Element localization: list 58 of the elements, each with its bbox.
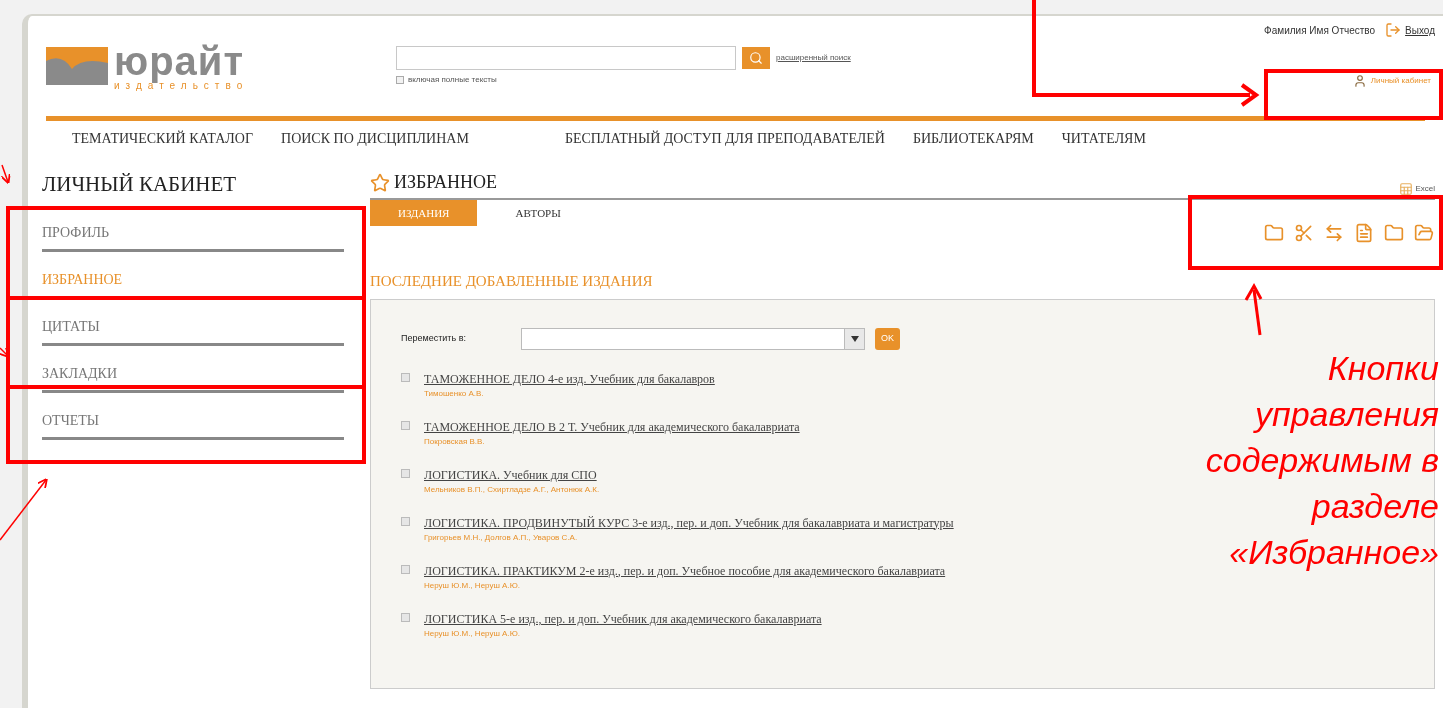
sidebar-item[interactable]: ЗАКЛАДКИ [42, 345, 344, 393]
book-title-link[interactable]: ЛОГИСТИКА. ПРОДВИНУТЫЙ КУРС 3-е изд., пер. и доп. Учебник для бакалавриата и магистратуры [424, 513, 954, 532]
search-field[interactable] [396, 46, 736, 70]
folder-icon[interactable] [1383, 222, 1405, 244]
nav-link[interactable]: БИБЛИОТЕКАРЯМ [912, 127, 1034, 149]
nav-link[interactable]: ПОИСК ПО ДИСЦИПЛИНАМ [281, 127, 469, 149]
search-button[interactable] [742, 47, 770, 69]
caption-line: «Избранное» [1229, 531, 1439, 573]
nav-link[interactable]: ТЕМАТИЧЕСКИЙ КАТАЛОГ [72, 127, 254, 149]
sidebar-item[interactable]: ОТЧЕТЫ [42, 392, 344, 440]
page-title: ИЗБРАННОЕ [394, 171, 498, 194]
book-title-link[interactable]: ЛОГИСТИКА 5-е изд., пер. и доп. Учебник для академического бакалавриата [424, 609, 822, 628]
tab[interactable]: АВТОРЫ [487, 200, 589, 226]
move-label: Переместить в: [401, 331, 467, 345]
book-checkbox[interactable] [401, 420, 410, 430]
nav-link[interactable]: БЕСПЛАТНЫЙ ДОСТУП ДЛЯ ПРЕПОДАВАТЕЛЕЙ [564, 127, 885, 149]
logout-icon [1385, 22, 1402, 38]
annotation-arrow [1244, 282, 1263, 336]
book-title-link[interactable]: ТАМОЖЕННОЕ ДЕЛО В 2 Т. Учебник для академического бакалавриата [424, 417, 800, 436]
caption-line: разделе [1311, 485, 1439, 527]
logout-link[interactable]: Выход [1385, 22, 1435, 38]
star-icon [370, 172, 390, 193]
sidebar-item[interactable]: ПРОФИЛЬ [42, 204, 344, 252]
annotation-arrow [0, 164, 11, 185]
book-authors: Покровская В.В. [424, 435, 486, 448]
nav-link[interactable]: ЧИТАТЕЛЯМ [1061, 127, 1146, 149]
book-title-link[interactable]: ЛОГИСТИКА. Учебник для СПО [424, 465, 600, 484]
caption-line: содержимым в [1205, 439, 1439, 481]
sidebar-title: ЛИЧНЫЙ КАБИНЕТ [42, 171, 238, 198]
book-authors: Мельников В.П., Схиртладзе А.Г., Антонюк А.К. [424, 483, 600, 496]
book-title-link[interactable]: ТАМОЖЕННОЕ ДЕЛО 4-е изд. Учебник для бакалавров [424, 369, 715, 388]
caption-line: управления [1255, 393, 1439, 435]
book-title-link[interactable]: ЛОГИСТИКА. ПРАКТИКУМ 2-е изд., пер. и доп. Учебное пособие для академического бакалавриата [424, 561, 946, 580]
book-checkbox[interactable] [401, 516, 410, 526]
section-title: ПОСЛЕДНИЕ ДОБАВЛЕННЫЕ ИЗДАНИЯ [370, 272, 654, 291]
book-checkbox[interactable] [401, 612, 410, 622]
excel-export-link[interactable]: Excel [1399, 182, 1435, 196]
logo-text: юрайт [114, 41, 246, 81]
book-authors: Григорьев М.Н., Долгов А.П., Уваров С.А. [424, 531, 579, 544]
book-checkbox[interactable] [401, 564, 410, 574]
full-text-label: включая полные тексты [408, 74, 497, 86]
caption-line: Кнопки [1327, 348, 1439, 389]
advanced-search-link[interactable]: расширенный поиск [776, 52, 851, 64]
book-authors: Неруш Ю.М., Неруш А.Ю. [424, 627, 521, 640]
book-authors: Тимошенко А.В. [424, 387, 485, 400]
full-text-checkbox[interactable] [396, 76, 404, 84]
spreadsheet-icon [1399, 182, 1414, 196]
sidebar-item[interactable]: ЦИТАТЫ [42, 298, 344, 346]
logo-icon [46, 47, 108, 85]
annotation-arrow [0, 477, 48, 541]
folder-select[interactable] [521, 327, 865, 350]
user-name: Фамилия Имя Отчество [1264, 23, 1376, 38]
book-authors: Неруш Ю.М., Неруш А.Ю. [424, 579, 521, 592]
book-checkbox[interactable] [401, 468, 410, 478]
folder-icon[interactable] [1263, 222, 1285, 244]
book-checkbox[interactable] [401, 372, 410, 382]
user-icon [1352, 74, 1367, 88]
search-icon [749, 51, 763, 65]
